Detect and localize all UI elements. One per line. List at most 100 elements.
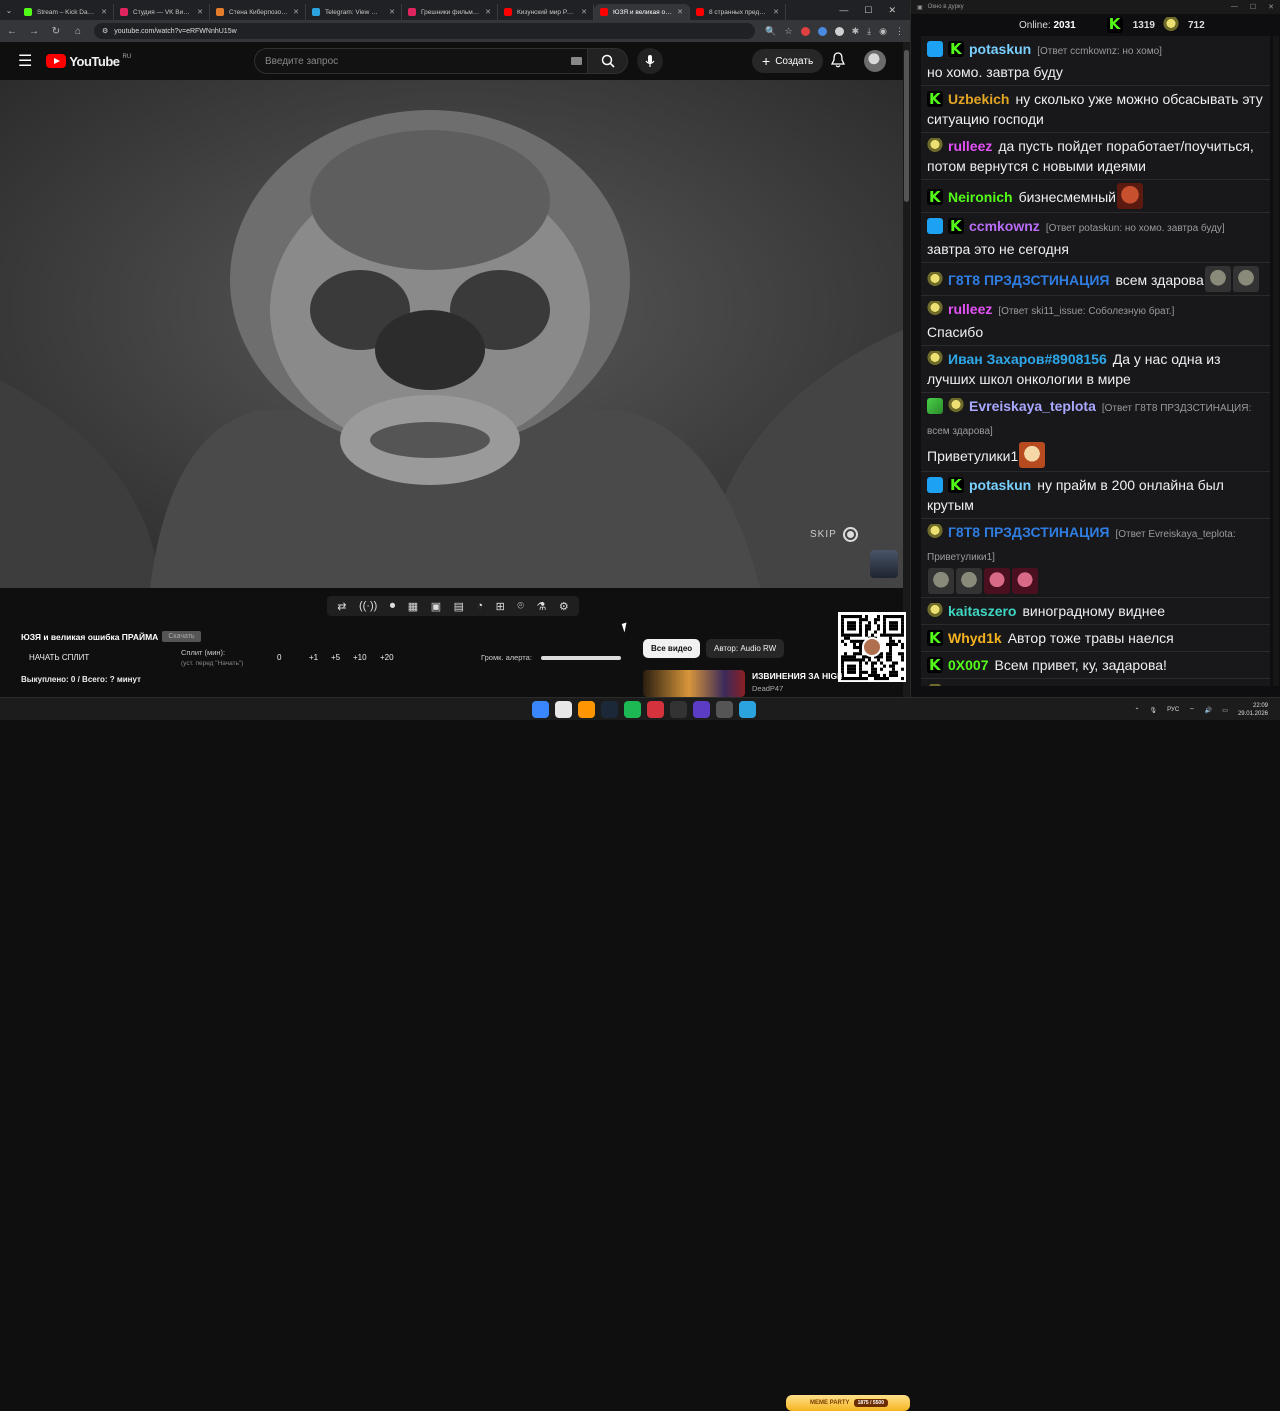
app-icon[interactable] bbox=[693, 701, 710, 718]
volume-icon[interactable]: 🔊 bbox=[1205, 707, 1212, 714]
page-scrollbar[interactable] bbox=[903, 42, 910, 697]
download-icon[interactable]: ⤓ bbox=[867, 26, 871, 37]
chat-username[interactable]: ccmkownz bbox=[969, 218, 1040, 234]
voice-search-button[interactable] bbox=[637, 48, 663, 74]
film-icon[interactable]: ▦ bbox=[408, 600, 418, 613]
chip-all-videos[interactable]: Все видео bbox=[643, 639, 701, 658]
media-player-icon[interactable] bbox=[647, 701, 664, 718]
forward-icon[interactable]: → bbox=[28, 26, 40, 37]
tab-close-icon[interactable]: ✕ bbox=[101, 8, 107, 16]
profile-icon[interactable]: ◉ bbox=[879, 26, 887, 37]
chat-username[interactable]: Evreiskaya_teplota bbox=[969, 398, 1096, 414]
add-screen-icon[interactable]: ⊞ bbox=[496, 600, 505, 613]
extension-icon[interactable] bbox=[800, 26, 810, 36]
start-split-button[interactable]: НАЧАТЬ СПЛИТ bbox=[29, 653, 89, 662]
chat-username[interactable]: Г8Т8 ПРЗДЗСТИНАЦИЯ bbox=[948, 524, 1109, 540]
browser-tab[interactable]: Студия — VK Видео LIVE ✕ bbox=[114, 4, 210, 20]
close-window-icon[interactable]: ✕ bbox=[888, 5, 896, 16]
tab-close-icon[interactable]: ✕ bbox=[773, 8, 779, 16]
chat-username[interactable]: Whyd1k bbox=[948, 630, 1002, 646]
language-indicator[interactable]: РУС bbox=[1167, 707, 1179, 713]
chat-username[interactable]: potaskun bbox=[969, 41, 1031, 57]
browser-tab[interactable]: Стена Киберпозора ✕ bbox=[210, 4, 306, 20]
wifi-icon[interactable]: ⌔ bbox=[1189, 706, 1195, 714]
tab-close-icon[interactable]: ✕ bbox=[677, 8, 683, 16]
tab-close-icon[interactable]: ✕ bbox=[389, 8, 395, 16]
avatar[interactable] bbox=[864, 50, 886, 72]
app-icon[interactable] bbox=[716, 701, 733, 718]
chat-username[interactable]: potaskun bbox=[969, 477, 1031, 493]
tab-search-icon[interactable]: ⌄ bbox=[0, 0, 18, 20]
create-button[interactable]: + Создать bbox=[752, 49, 824, 73]
hamburger-icon[interactable]: ☰ bbox=[18, 51, 32, 71]
tab-close-icon[interactable]: ✕ bbox=[581, 8, 587, 16]
chat-username[interactable]: Г8Т8 ПРЗДЗСТИНАЦИЯ bbox=[948, 272, 1109, 288]
chat-scrollbar[interactable] bbox=[1273, 36, 1279, 686]
chrome-icon[interactable] bbox=[555, 701, 572, 718]
audio-wave-icon[interactable]: ((·)) bbox=[359, 600, 377, 612]
back-icon[interactable]: ← bbox=[6, 26, 18, 37]
picture-in-picture-icon[interactable]: ▣ bbox=[431, 600, 441, 613]
extension-icon[interactable] bbox=[817, 26, 827, 36]
maximize-icon[interactable]: ☐ bbox=[864, 5, 872, 16]
browser-tab[interactable]: ЮЗЯ и великая ошибка ✕ bbox=[594, 4, 690, 20]
scrollbar-thumb[interactable] bbox=[904, 50, 909, 202]
search-input[interactable] bbox=[254, 48, 588, 74]
clock[interactable]: 22:09 29.01.2026 bbox=[1238, 702, 1268, 718]
chat-username[interactable]: Антон Антипов#5166038 bbox=[948, 684, 1116, 686]
home-icon[interactable]: ⌂ bbox=[72, 26, 84, 37]
split-step-10[interactable]: +10 bbox=[353, 653, 367, 662]
chat-username[interactable]: Neironich bbox=[948, 189, 1013, 205]
speed-icon[interactable]: ◔ bbox=[477, 600, 484, 612]
chat-username[interactable]: kaitaszero bbox=[948, 603, 1016, 619]
chat-username[interactable]: Uzbekich bbox=[948, 91, 1009, 107]
extension-icon[interactable] bbox=[834, 26, 844, 36]
video-player[interactable]: SKIP bbox=[0, 80, 903, 588]
puzzle-icon[interactable]: ✱ bbox=[852, 26, 860, 37]
spotify-icon[interactable] bbox=[624, 701, 641, 718]
chat-username[interactable]: rulleez bbox=[948, 301, 992, 317]
chat-username[interactable]: 0X007 bbox=[948, 657, 988, 673]
site-info-icon[interactable]: ⚙ bbox=[102, 27, 108, 35]
split-step-5[interactable]: +5 bbox=[331, 653, 340, 662]
skip-button[interactable]: SKIP bbox=[810, 527, 858, 542]
recommended-thumbnail[interactable] bbox=[643, 670, 745, 697]
minimize-icon[interactable]: — bbox=[1231, 3, 1238, 11]
browser-tab[interactable]: Кизунский мир РАБоты ✕ bbox=[498, 4, 594, 20]
minimize-icon[interactable]: — bbox=[839, 5, 848, 16]
keyboard-icon[interactable] bbox=[571, 57, 582, 65]
recommended-channel[interactable]: DeadP47 bbox=[752, 684, 783, 693]
windows-start-icon[interactable] bbox=[532, 701, 549, 718]
chip-author[interactable]: Автор: Audio RW bbox=[706, 639, 785, 658]
bell-icon[interactable] bbox=[831, 52, 845, 68]
mic-tray-icon[interactable]: 🎙 bbox=[1150, 707, 1158, 714]
tab-close-icon[interactable]: ✕ bbox=[293, 8, 299, 16]
browser-tab[interactable]: Грешники фильм, 2025 ✕ bbox=[402, 4, 498, 20]
tab-close-icon[interactable]: ✕ bbox=[485, 8, 491, 16]
split-step-0[interactable]: 0 bbox=[277, 653, 281, 662]
star-icon[interactable]: ☆ bbox=[785, 26, 793, 37]
youtube-logo[interactable]: YouTube RU bbox=[46, 54, 131, 69]
search-button[interactable] bbox=[588, 48, 628, 74]
settings-gear-icon[interactable]: ⚙ bbox=[559, 600, 569, 613]
loop-icon[interactable]: ⇄ bbox=[337, 600, 346, 613]
camera-icon[interactable]: ⌾ bbox=[517, 600, 524, 613]
firefox-icon[interactable] bbox=[578, 701, 595, 718]
app-icon[interactable] bbox=[670, 701, 687, 718]
close-window-icon[interactable]: ✕ bbox=[1268, 3, 1274, 11]
download-badge[interactable]: Скачать bbox=[162, 631, 201, 642]
browser-tab[interactable]: 8 странных предметов ✕ bbox=[690, 4, 786, 20]
split-step-1[interactable]: +1 bbox=[309, 653, 318, 662]
steam-icon[interactable] bbox=[601, 701, 618, 718]
reload-icon[interactable]: ↻ bbox=[50, 26, 62, 37]
browser-tab[interactable]: Telegram: View @random ✕ bbox=[306, 4, 402, 20]
url-field[interactable]: ⚙ youtube.com/watch?v=eRFWNnhU15w bbox=[94, 23, 756, 39]
alert-volume-slider[interactable] bbox=[541, 656, 621, 660]
split-step-20[interactable]: +20 bbox=[380, 653, 394, 662]
chevron-up-icon[interactable]: ⌃ bbox=[1135, 707, 1140, 714]
recommended-title[interactable]: ИЗВИНЕНИЯ ЗА HIGH bbox=[752, 671, 842, 681]
telegram-icon[interactable] bbox=[739, 701, 756, 718]
subtitles-icon[interactable]: ▤ bbox=[454, 600, 464, 613]
chat-username[interactable]: rulleez bbox=[948, 138, 992, 154]
battery-icon[interactable]: ▭ bbox=[1222, 707, 1228, 714]
